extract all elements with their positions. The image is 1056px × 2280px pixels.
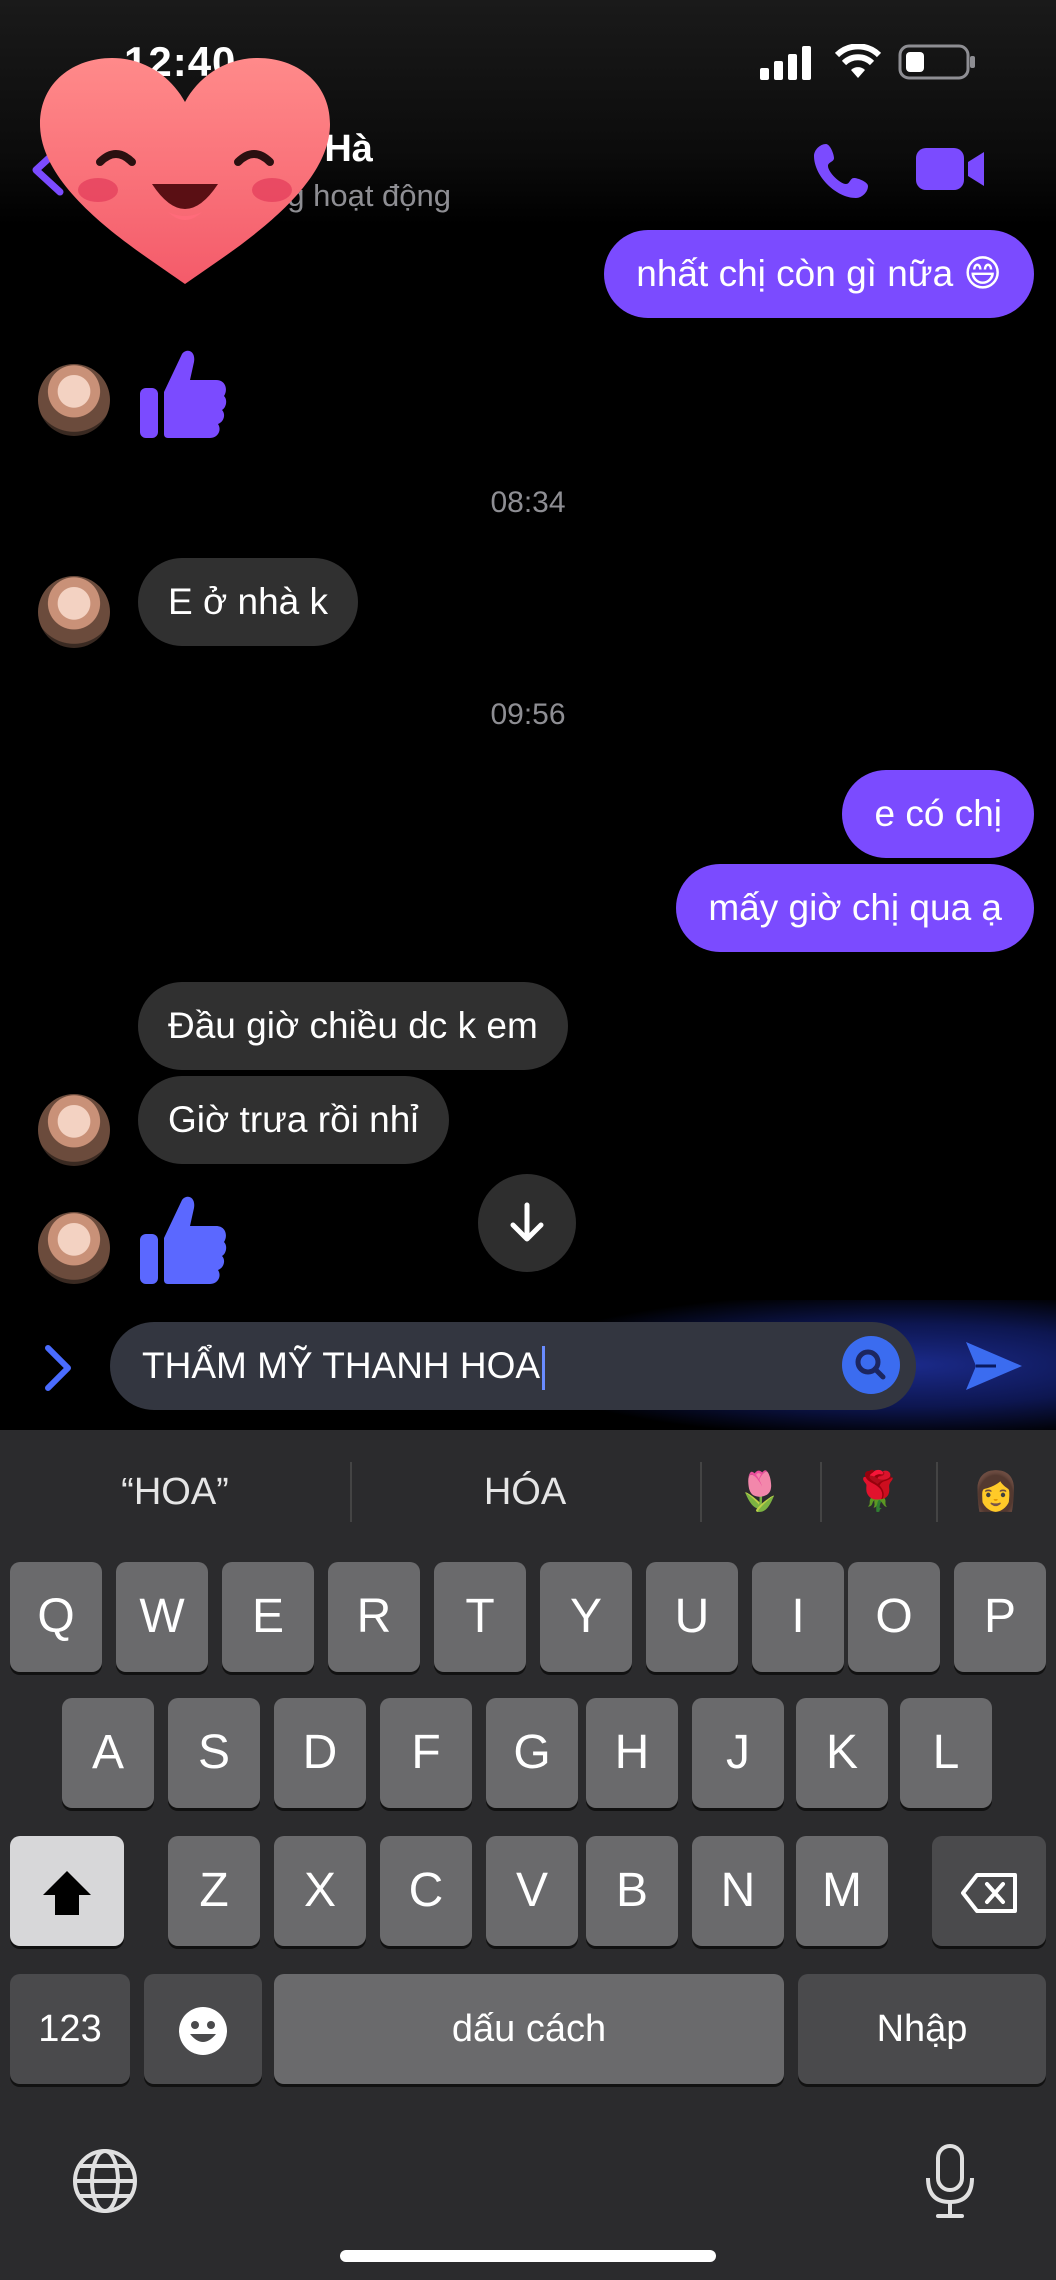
globe-icon[interactable] [70,2146,140,2216]
key-g[interactable]: G [486,1698,578,1808]
arrow-down-icon [510,1202,544,1242]
key-e[interactable]: E [222,1562,314,1672]
return-key[interactable]: Nhập [798,1974,1046,2084]
shift-icon [43,1871,91,1916]
backspace-key[interactable] [932,1836,1046,1946]
thumbs-up-icon[interactable] [138,1192,228,1288]
contact-avatar[interactable] [38,1212,110,1284]
suggestion-item[interactable]: HÓA [390,1462,660,1522]
text-caret [542,1346,546,1391]
key-z[interactable]: Z [168,1836,260,1946]
suggestion-item[interactable]: “HOA” [40,1462,310,1522]
incoming-message[interactable]: Đầu giờ chiều dc k em [138,982,568,1070]
message-input-text: THẨM MỸ THANH HOA [142,1345,541,1386]
key-i[interactable]: I [752,1562,844,1672]
timestamp: 08:34 [490,486,566,519]
home-indicator [340,2250,716,2262]
expand-actions-button[interactable] [38,1340,78,1396]
key-k[interactable]: K [796,1698,888,1808]
outgoing-message[interactable]: nhất chị còn gì nữa 😄 [604,230,1034,318]
signal-icon [760,46,811,80]
incoming-message[interactable]: E ở nhà k [138,558,359,646]
key-r[interactable]: R [328,1562,420,1672]
key-n[interactable]: N [692,1836,784,1946]
key-y[interactable]: Y [540,1562,632,1672]
thumbs-up-icon[interactable] [138,346,228,442]
incoming-message[interactable]: Giờ trưa rồi nhỉ [138,1076,449,1164]
key-j[interactable]: J [692,1698,784,1808]
scroll-to-bottom-button[interactable] [478,1174,576,1272]
sticker-suggestion[interactable]: 👩 [956,1462,1036,1522]
emoji-suggestion-rose[interactable]: 🌹 [838,1462,918,1522]
emoji-icon [179,2007,227,2056]
numbers-key[interactable]: 123 [10,1974,130,2084]
outgoing-message[interactable]: mấy giờ chị qua ạ [676,864,1034,952]
key-m[interactable]: M [796,1836,888,1946]
battery-icon [898,44,975,80]
emoji-key[interactable] [144,1974,262,2084]
key-d[interactable]: D [274,1698,366,1808]
suggestion-divider [700,1462,702,1522]
key-x[interactable]: X [274,1836,366,1946]
key-u[interactable]: U [646,1562,738,1672]
key-l[interactable]: L [900,1698,992,1808]
key-v[interactable]: V [486,1836,578,1946]
search-button[interactable] [842,1336,900,1394]
message-input[interactable]: THẨM MỸ THANH HOA [110,1322,916,1410]
space-key[interactable]: dấu cách [274,1974,784,2084]
key-q[interactable]: Q [10,1562,102,1672]
video-call-button[interactable] [914,144,986,194]
key-b[interactable]: B [586,1836,678,1946]
key-c[interactable]: C [380,1836,472,1946]
contact-avatar[interactable] [38,576,110,648]
search-icon [855,1349,886,1380]
heart-sticker [40,58,330,284]
suggestion-divider [936,1462,938,1522]
send-button[interactable] [962,1336,1026,1396]
backspace-icon [961,1873,1017,1914]
timestamp: 09:56 [490,698,566,731]
key-h[interactable]: H [586,1698,678,1808]
suggestion-divider [820,1462,822,1522]
key-p[interactable]: P [954,1562,1046,1672]
emoji-suggestion-tulip[interactable]: 🌷 [720,1462,800,1522]
key-f[interactable]: F [380,1698,472,1808]
key-s[interactable]: S [168,1698,260,1808]
contact-avatar[interactable] [38,1094,110,1166]
wifi-icon [834,44,882,78]
key-t[interactable]: T [434,1562,526,1672]
key-w[interactable]: W [116,1562,208,1672]
phone-call-button[interactable] [812,140,872,200]
suggestion-divider [350,1462,352,1522]
shift-key[interactable] [10,1836,124,1946]
key-a[interactable]: A [62,1698,154,1808]
outgoing-message[interactable]: e có chị [842,770,1034,858]
microphone-icon[interactable] [922,2142,978,2222]
key-o[interactable]: O [848,1562,940,1672]
contact-avatar[interactable] [38,364,110,436]
